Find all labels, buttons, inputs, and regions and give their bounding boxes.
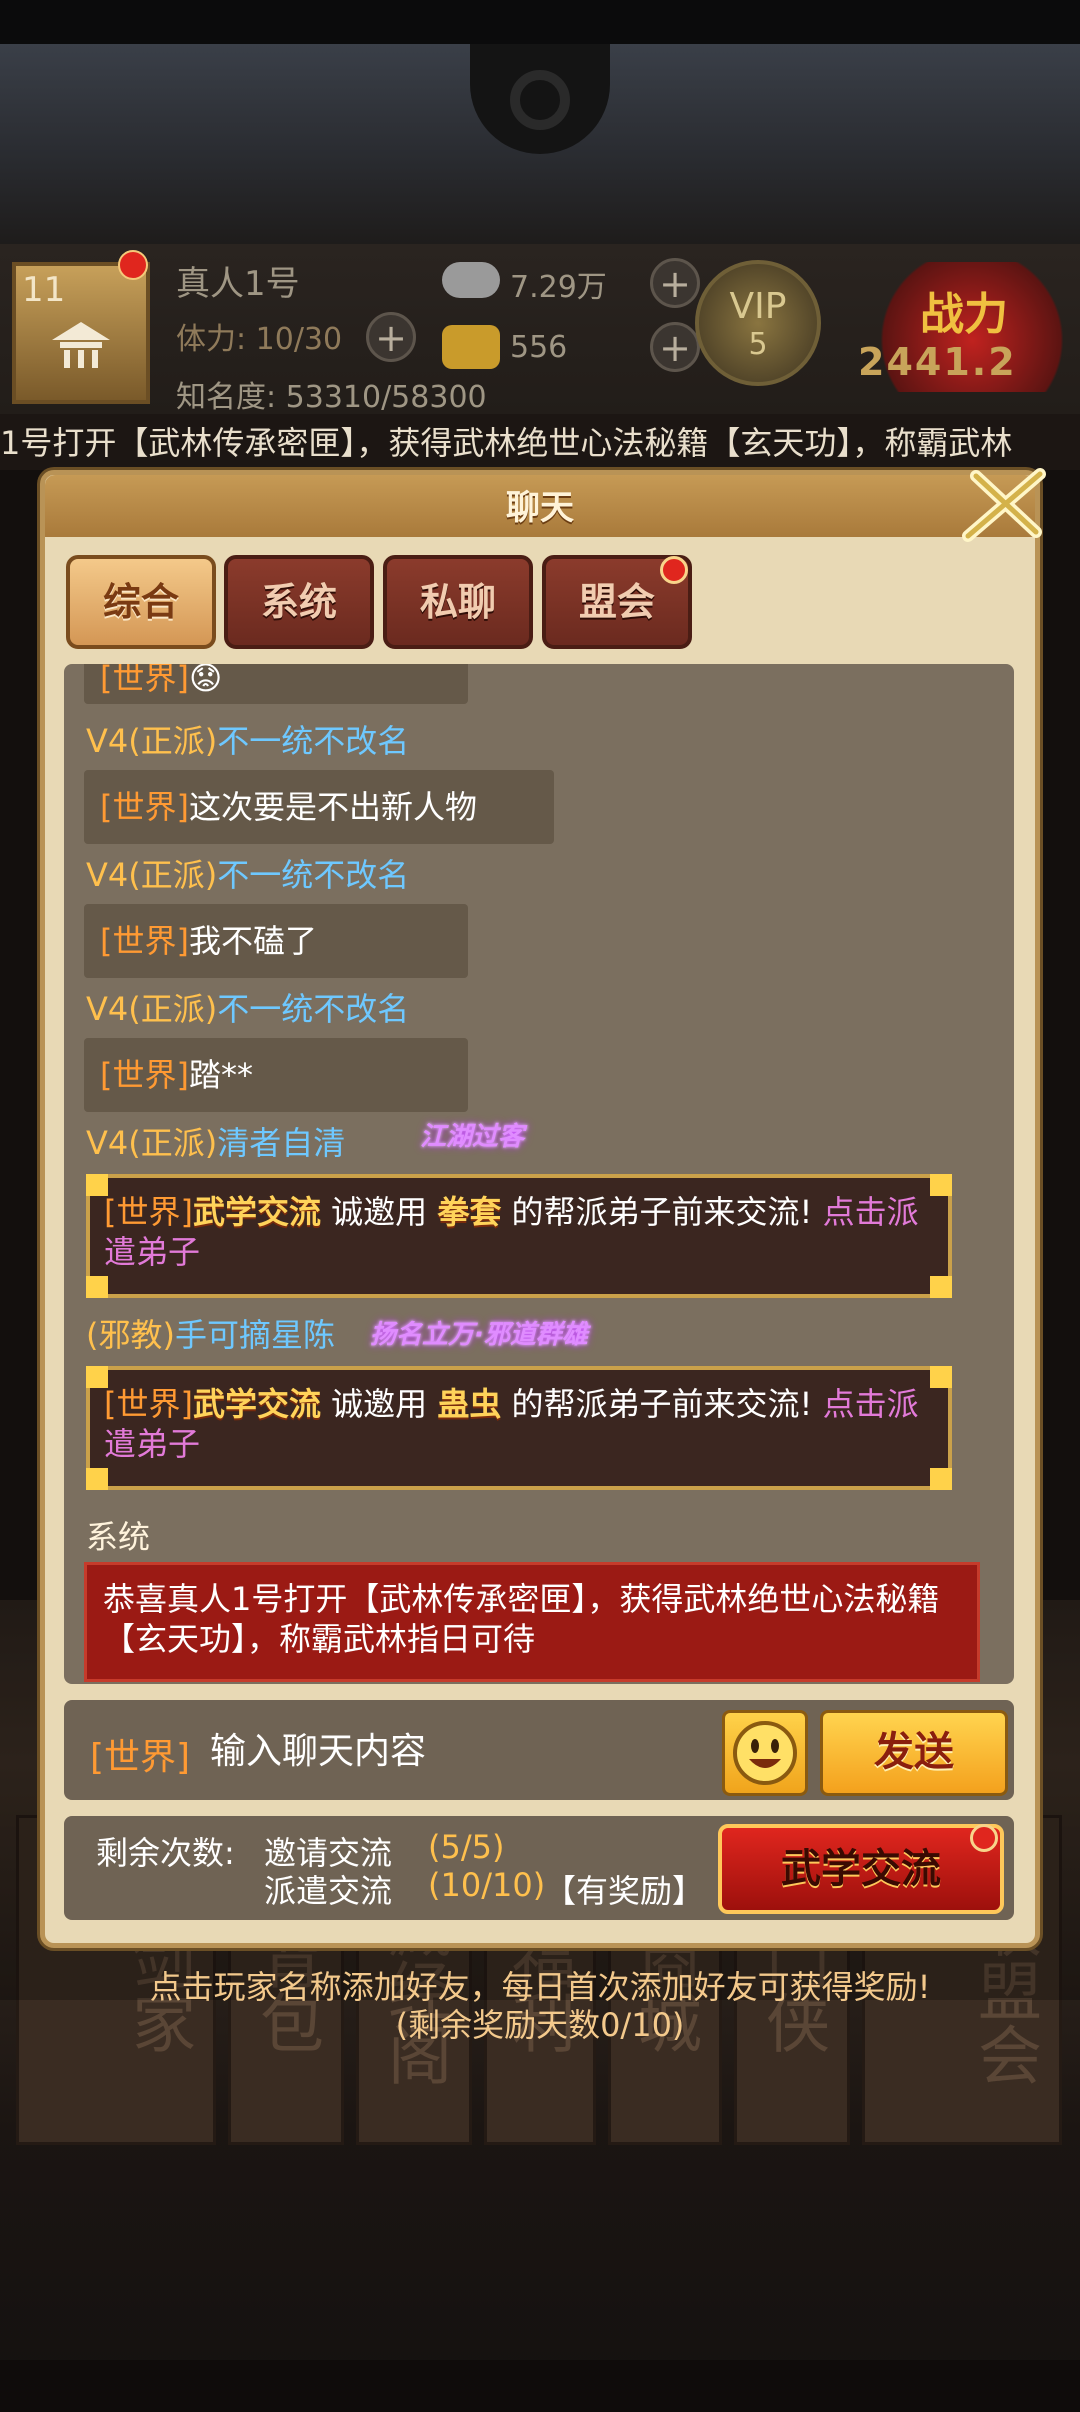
channel-tag: [世界] xyxy=(104,1193,193,1231)
friend-hint-line1: 点击玩家名称添加好友，每日首次添加好友可获得奖励! xyxy=(149,1968,931,2006)
sender-rank: V4(正派) xyxy=(86,856,218,894)
player-level: 11 xyxy=(22,270,66,310)
stamina: 体力: 10/30 xyxy=(176,322,343,357)
sender-name[interactable]: 不一统不改名 xyxy=(217,990,409,1028)
vip-label: VIP xyxy=(729,286,787,327)
message-text: 我不磕了 xyxy=(188,922,317,960)
sender-rank: V4(正派) xyxy=(86,722,218,760)
vip-level: 5 xyxy=(748,327,768,362)
friend-hint: 点击玩家名称添加好友，每日首次添加好友可获得奖励! (剩余奖励天数0/10) xyxy=(0,1968,1080,2044)
sender-name[interactable]: 不一统不改名 xyxy=(217,722,409,760)
chat-message: [世界]😟 xyxy=(84,664,468,704)
system-message: 恭喜真人1号打开【武林传承密匣】，获得武林绝世心法秘籍【玄天功】，称霸武林指日可… xyxy=(84,1562,980,1682)
add-silver-button[interactable]: + xyxy=(650,258,700,308)
smiley-icon xyxy=(733,1721,797,1785)
remaining-label: 剩余次数: xyxy=(96,1834,235,1872)
player-name: 真人1号 xyxy=(176,264,300,304)
system-sender: 系统 xyxy=(86,1518,151,1556)
event-text: 的帮派弟子前来交流! xyxy=(501,1193,823,1231)
friend-hint-line2: (剩余奖励天数0/10) xyxy=(395,2006,685,2044)
event-text: 的帮派弟子前来交流! xyxy=(501,1385,823,1423)
sender-rank: (邪教) xyxy=(86,1316,175,1354)
chat-message: [世界]我不磕了 xyxy=(84,904,468,978)
add-gold-button[interactable]: + xyxy=(650,322,700,372)
title-badge: 扬名立万·邪道群雄 xyxy=(370,1320,588,1350)
frame-corner xyxy=(930,1468,952,1490)
power-value: 2441.2 xyxy=(858,340,1017,384)
dispatch-label: 派遣交流 xyxy=(264,1872,393,1910)
event-item: 蛊虫 xyxy=(437,1385,502,1423)
tab-system[interactable]: 系统 xyxy=(224,555,374,649)
event-message: [世界]武学交流 诚邀用 拳套 的帮派弟子前来交流! 点击派遣弟子 xyxy=(86,1174,952,1298)
channel-tag: [世界] xyxy=(100,922,189,960)
tab-private[interactable]: 私聊 xyxy=(383,555,533,649)
message-sender[interactable]: V4(正派)清者自清 xyxy=(86,1118,345,1164)
title-badge: 江湖过客 xyxy=(420,1122,525,1152)
message-sender[interactable]: V4(正派)不一统不改名 xyxy=(86,850,409,896)
status-bar xyxy=(0,0,1080,44)
frame-corner xyxy=(86,1174,108,1196)
vip-badge[interactable]: VIP 5 xyxy=(695,260,821,386)
announcement-text: 1号打开【武林传承密匣】，获得武林绝世心法秘籍【玄天功】，称霸武林 xyxy=(0,424,1013,462)
message-text: 😟 xyxy=(188,664,223,697)
send-button[interactable]: 发送 xyxy=(820,1710,1008,1796)
dispatch-value: (10/10) xyxy=(428,1866,546,1904)
message-text: 踏** xyxy=(188,1056,253,1094)
chat-message: [世界]踏** xyxy=(84,1038,468,1112)
event-text: 诚邀用 xyxy=(321,1385,438,1423)
channel-tag: [世界] xyxy=(100,664,189,697)
chat-input[interactable] xyxy=(208,1722,702,1780)
emoji-button[interactable] xyxy=(722,1710,808,1796)
message-list[interactable]: [世界]😟 V4(正派)不一统不改名 [世界]这次要是不出新人物 V4(正派)不… xyxy=(64,664,1014,1684)
sender-rank: V4(正派) xyxy=(86,990,218,1028)
message-text: 这次要是不出新人物 xyxy=(188,788,477,826)
silver-icon xyxy=(442,262,500,298)
frame-corner xyxy=(930,1366,952,1388)
event-name: 武学交流 xyxy=(192,1385,321,1423)
gold-amount: 556 xyxy=(510,330,568,365)
gold-icon xyxy=(442,325,500,369)
notification-dot xyxy=(970,1824,998,1852)
silver-amount: 7.29万 xyxy=(510,270,607,305)
chat-title: 聊天 xyxy=(506,488,574,528)
input-channel-tag[interactable]: [世界] xyxy=(90,1728,190,1780)
sender-name[interactable]: 手可摘星陈 xyxy=(175,1316,335,1354)
frame-corner xyxy=(86,1468,108,1490)
sender-rank: V4(正派) xyxy=(86,1124,218,1162)
sender-name[interactable]: 不一统不改名 xyxy=(217,856,409,894)
event-name: 武学交流 xyxy=(192,1193,321,1231)
martial-exchange-button[interactable]: 武学交流 xyxy=(718,1824,1004,1914)
bottom-strip xyxy=(0,2360,1080,2412)
notification-dot xyxy=(660,556,688,584)
frame-corner xyxy=(930,1276,952,1298)
invite-value: (5/5) xyxy=(428,1828,505,1866)
frame-corner xyxy=(86,1276,108,1298)
event-message: [世界]武学交流 诚邀用 蛊虫 的帮派弟子前来交流! 点击派遣弟子 xyxy=(86,1366,952,1490)
pavilion-icon xyxy=(52,322,110,368)
chat-message: [世界]这次要是不出新人物 xyxy=(84,770,554,844)
frame-corner xyxy=(930,1174,952,1196)
message-sender[interactable]: V4(正派)不一统不改名 xyxy=(86,716,409,762)
event-item: 拳套 xyxy=(437,1193,502,1231)
message-sender[interactable]: V4(正派)不一统不改名 xyxy=(86,984,409,1030)
add-stamina-button[interactable]: + xyxy=(366,312,416,362)
tab-general[interactable]: 综合 xyxy=(66,555,216,649)
reward-note: 【有奖励】 xyxy=(544,1872,705,1910)
frame-corner xyxy=(86,1366,108,1388)
notification-dot xyxy=(118,250,148,280)
fame: 知名度: 53310/58300 xyxy=(176,380,487,415)
sender-name[interactable]: 清者自清 xyxy=(217,1124,345,1162)
channel-tag: [世界] xyxy=(100,1056,189,1094)
power-label: 战力 xyxy=(920,289,1008,340)
channel-tag: [世界] xyxy=(104,1385,193,1423)
close-icon xyxy=(962,468,1046,542)
event-text: 诚邀用 xyxy=(321,1193,438,1231)
message-sender[interactable]: (邪教)手可摘星陈 xyxy=(86,1310,335,1356)
channel-tag: [世界] xyxy=(100,788,189,826)
close-button[interactable] xyxy=(954,466,1050,544)
